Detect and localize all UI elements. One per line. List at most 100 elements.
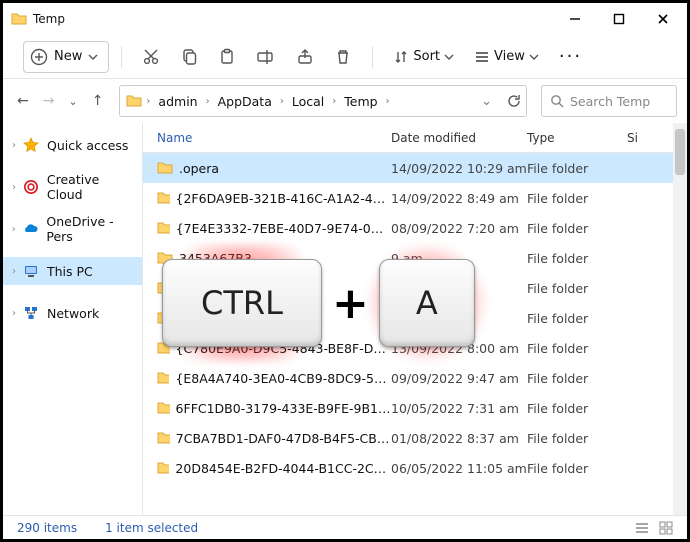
address-dropdown[interactable]: ⌄ <box>475 94 498 109</box>
file-type: File folder <box>527 461 627 476</box>
file-type: File folder <box>527 341 627 356</box>
chevron-right-icon[interactable]: › <box>384 96 392 107</box>
title-bar: Temp <box>3 3 687 35</box>
sidebar-item[interactable]: › Network <box>3 299 142 327</box>
file-date: 14/09/2022 10:29 am <box>391 161 527 176</box>
file-date: 09/09/2022 9:47 am <box>391 371 527 386</box>
a-key: A <box>379 259 475 347</box>
column-header-type[interactable]: Type <box>527 131 627 145</box>
sidebar-item[interactable]: ›This PC <box>3 257 142 285</box>
file-type: File folder <box>527 371 627 386</box>
search-input[interactable]: Search Temp <box>541 85 677 117</box>
file-row[interactable]: {E8A4A740-3EA0-4CB9-8DC9-5DE44084D...09/… <box>143 363 687 393</box>
folder-icon <box>126 93 142 109</box>
details-view-button[interactable] <box>635 521 649 535</box>
file-type: File folder <box>527 161 627 176</box>
ellipsis-icon: ··· <box>559 46 582 67</box>
file-name: 7CBA7BD1-DAF0-47D8-B4F5-CB8C15210... <box>176 431 391 446</box>
column-header-date[interactable]: Date modified <box>391 131 527 145</box>
new-label: New <box>54 49 82 64</box>
sidebar-icon <box>23 263 39 279</box>
up-button[interactable]: ↑ <box>92 93 104 109</box>
toolbar: New Sort View ··· <box>3 35 687 79</box>
maximize-button[interactable] <box>597 5 641 33</box>
more-button[interactable]: ··· <box>551 41 590 73</box>
expand-icon[interactable]: › <box>9 140 19 151</box>
file-date: 14/09/2022 8:49 am <box>391 191 527 206</box>
copy-button[interactable] <box>172 41 206 73</box>
folder-icon <box>157 220 170 236</box>
chevron-right-icon[interactable]: › <box>204 96 212 107</box>
column-header-name[interactable]: Name <box>143 131 391 145</box>
separator <box>121 46 122 68</box>
file-name: {7E4E3332-7EBE-40D7-9E74-0B2ADEDBF5 <box>176 221 391 236</box>
file-name: .opera <box>179 161 219 176</box>
chevron-right-icon[interactable]: › <box>144 96 152 107</box>
view-button[interactable]: View <box>466 41 547 73</box>
share-icon <box>296 48 314 66</box>
file-date: 08/09/2022 7:20 am <box>391 221 527 236</box>
sidebar-label: Network <box>47 306 99 321</box>
rename-icon <box>256 48 276 66</box>
cut-button[interactable] <box>134 41 168 73</box>
nav-bar: ← → ⌄ ↑ › admin › AppData › Local › Temp… <box>3 79 687 123</box>
column-header-row: Name Date modified Type Si <box>143 123 687 153</box>
minimize-button[interactable] <box>553 5 597 33</box>
sort-button[interactable]: Sort <box>385 41 462 73</box>
file-name: {E8A4A740-3EA0-4CB9-8DC9-5DE44084D... <box>175 371 391 386</box>
sidebar-item[interactable]: ›Quick access <box>3 131 142 159</box>
paste-icon <box>218 48 236 66</box>
file-date: 06/05/2022 11:05 am <box>391 461 527 476</box>
refresh-button[interactable] <box>506 93 522 109</box>
chevron-right-icon[interactable]: › <box>278 96 286 107</box>
copy-icon <box>180 48 198 66</box>
sort-icon <box>393 49 409 65</box>
delete-button[interactable] <box>326 41 360 73</box>
file-row[interactable]: {7E4E3332-7EBE-40D7-9E74-0B2ADEDBF508/09… <box>143 213 687 243</box>
chevron-down-icon <box>529 52 539 62</box>
file-name: 6FFC1DB0-3179-433E-B9FE-9B122A790694 <box>176 401 391 416</box>
forward-button[interactable]: → <box>43 93 55 109</box>
file-row[interactable]: {2F6DA9EB-321B-416C-A1A2-498AD6897...14/… <box>143 183 687 213</box>
trash-icon <box>334 48 352 66</box>
scissors-icon <box>142 48 160 66</box>
back-button[interactable]: ← <box>17 93 29 109</box>
file-row[interactable]: 6FFC1DB0-3179-433E-B9FE-9B122A79069410/0… <box>143 393 687 423</box>
sidebar-item[interactable]: › OneDrive - Pers <box>3 215 142 243</box>
expand-icon[interactable]: › <box>9 308 19 319</box>
sidebar-icon <box>23 179 39 195</box>
file-row[interactable]: 20D8454E-B2FD-4044-B1CC-2CF8C0E7229306/0… <box>143 453 687 483</box>
file-row[interactable]: 7CBA7BD1-DAF0-47D8-B4F5-CB8C15210...01/0… <box>143 423 687 453</box>
address-bar[interactable]: › admin › AppData › Local › Temp › ⌄ <box>119 85 527 117</box>
breadcrumb[interactable]: Local <box>288 92 328 111</box>
ctrl-key: CTRL <box>162 259 322 347</box>
file-date: 01/08/2022 8:37 am <box>391 431 527 446</box>
breadcrumb[interactable]: admin <box>154 92 201 111</box>
plus-circle-icon <box>30 48 48 66</box>
breadcrumb[interactable]: Temp <box>340 92 381 111</box>
new-button[interactable]: New <box>23 41 109 73</box>
sidebar-label: Creative Cloud <box>47 172 138 202</box>
paste-button[interactable] <box>210 41 244 73</box>
icons-view-button[interactable] <box>659 521 673 535</box>
folder-icon <box>157 460 169 476</box>
share-button[interactable] <box>288 41 322 73</box>
sidebar-item[interactable]: › Creative Cloud <box>3 173 142 201</box>
recent-dropdown[interactable]: ⌄ <box>68 95 77 108</box>
sidebar-label: OneDrive - Pers <box>46 214 138 244</box>
expand-icon[interactable]: › <box>9 182 19 193</box>
sidebar-icon <box>23 137 39 153</box>
file-type: File folder <box>527 431 627 446</box>
expand-icon[interactable]: › <box>9 266 19 277</box>
breadcrumb[interactable]: AppData <box>214 92 276 111</box>
file-row[interactable]: .opera 14/09/2022 10:29 amFile folder <box>143 153 687 183</box>
chevron-down-icon <box>88 52 98 62</box>
close-button[interactable] <box>641 5 685 33</box>
scrollbar-thumb[interactable] <box>675 129 685 175</box>
chevron-right-icon[interactable]: › <box>330 96 338 107</box>
status-bar: 290 items 1 item selected <box>3 515 687 539</box>
scrollbar[interactable] <box>673 123 687 515</box>
rename-button[interactable] <box>248 41 284 73</box>
sort-label: Sort <box>413 49 440 64</box>
expand-icon[interactable]: › <box>9 224 18 235</box>
